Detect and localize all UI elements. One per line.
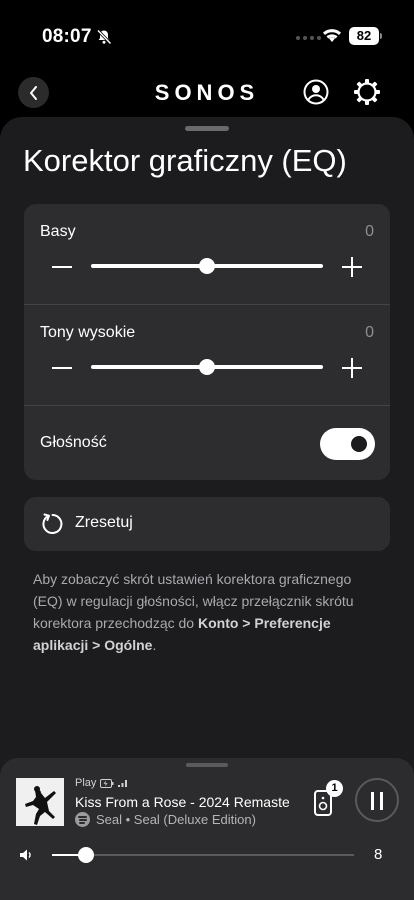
track-title: Kiss From a Rose - 2024 Remaster [75, 794, 289, 810]
sonos-logo: SONOS [154, 80, 260, 105]
album-art-image [16, 778, 64, 826]
bass-row: Basy 0 [24, 204, 390, 305]
treble-slider-thumb[interactable] [199, 359, 215, 375]
reset-label: Zresetuj [75, 514, 133, 531]
battery-indicator: 82 [349, 27, 379, 45]
bass-label: Basy [40, 223, 76, 240]
pause-button[interactable] [355, 778, 399, 822]
bass-decrease-button[interactable] [52, 266, 72, 268]
pause-icon-bar [380, 792, 383, 810]
treble-value: 0 [365, 324, 374, 341]
volume-slider-thumb[interactable] [78, 847, 95, 863]
bass-slider-thumb[interactable] [199, 258, 215, 274]
reset-icon [42, 513, 63, 534]
bass-value: 0 [365, 223, 374, 240]
page-title: Korektor graficzny (EQ) [23, 143, 347, 178]
album-art[interactable] [16, 778, 64, 826]
treble-slider[interactable] [91, 359, 323, 375]
status-time: 08:07 [42, 26, 92, 47]
signal-icon [118, 780, 128, 787]
artist-album: Seal • Seal (Deluxe Edition) [96, 812, 256, 827]
loudness-row: Głośność [24, 406, 390, 480]
eq-shortcut-info: Aby zobaczyć skrót ustawień korektora gr… [33, 568, 383, 656]
treble-decrease-button[interactable] [52, 367, 72, 369]
loudness-toggle-knob [351, 436, 367, 452]
spotify-icon [75, 812, 90, 827]
source-line: Play [75, 777, 128, 789]
pause-icon [371, 792, 374, 810]
speaker-count-badge: 1 [326, 780, 343, 797]
status-bar: 08:07 82 [0, 0, 414, 62]
volume-value: 8 [374, 846, 383, 863]
mini-player[interactable]: Play Kiss From a Rose - 2024 Remaster Se… [0, 758, 414, 900]
treble-increase-button[interactable] [342, 358, 362, 378]
volume-icon[interactable] [19, 848, 33, 862]
treble-row: Tony wysokie 0 [24, 305, 390, 406]
source-label: Play [75, 777, 97, 789]
battery-icon [100, 778, 114, 788]
cellular-signal-icon [296, 36, 321, 40]
treble-label: Tony wysokie [40, 324, 136, 341]
bass-slider[interactable] [91, 258, 323, 274]
eq-sheet: Korektor graficzny (EQ) Basy 0 Tony wyso… [0, 117, 414, 777]
reset-button[interactable]: Zresetuj [24, 497, 390, 551]
wifi-icon [323, 29, 341, 42]
app-header: SONOS [0, 62, 414, 122]
bass-increase-button[interactable] [342, 257, 362, 277]
artist-line: Seal • Seal (Deluxe Edition) [75, 812, 256, 827]
gear-icon[interactable] [353, 78, 381, 106]
speaker-icon [318, 796, 328, 811]
volume-slider[interactable] [52, 847, 354, 863]
battery-nub [380, 33, 382, 39]
loudness-toggle[interactable] [320, 428, 375, 460]
account-icon[interactable] [303, 79, 329, 105]
info-text-end: . [152, 637, 157, 653]
player-handle[interactable] [186, 763, 228, 767]
sheet-handle[interactable] [185, 126, 229, 131]
loudness-label: Głośność [40, 434, 107, 451]
bell-slash-icon [96, 29, 112, 45]
eq-card: Basy 0 Tony wysokie 0 Głośność [24, 204, 390, 480]
